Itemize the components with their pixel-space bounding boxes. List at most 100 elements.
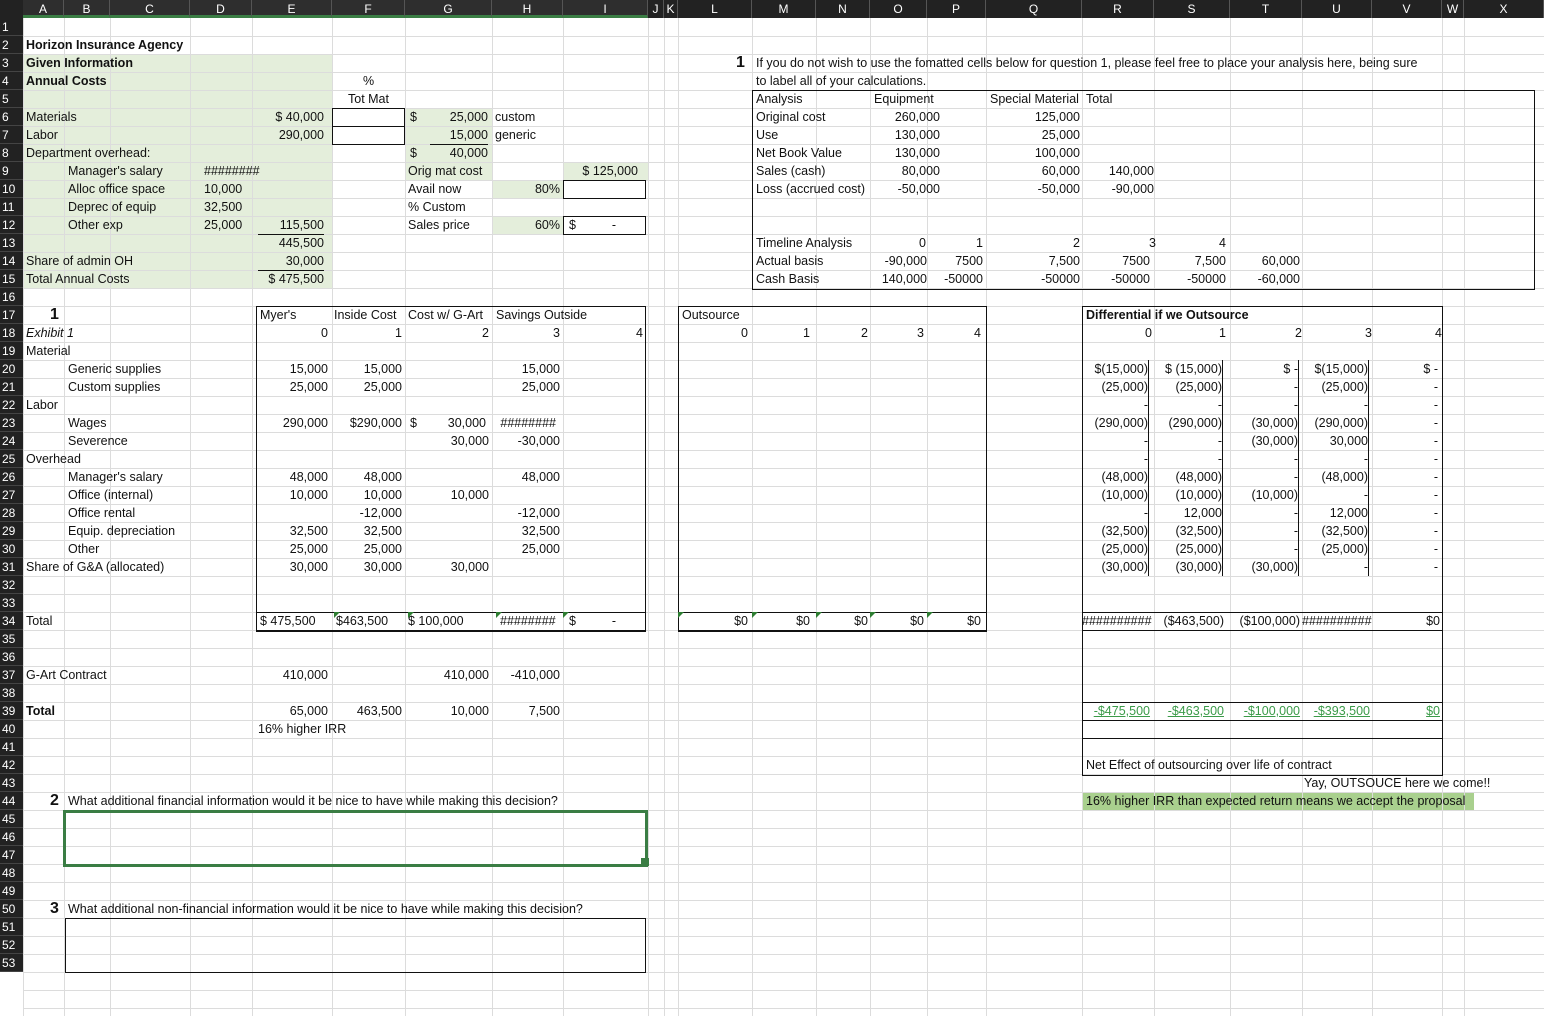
row-header[interactable]: 22 xyxy=(0,396,23,414)
column-header-a[interactable]: A xyxy=(23,0,64,18)
question-2-number: 2 xyxy=(50,792,59,809)
column-header-o[interactable]: O xyxy=(870,0,927,18)
row-header[interactable]: 20 xyxy=(0,360,23,378)
question-3-answer-box[interactable] xyxy=(65,918,646,973)
row-header[interactable]: 30 xyxy=(0,540,23,558)
row-header[interactable]: 37 xyxy=(0,666,23,684)
wages-label: Wages xyxy=(68,416,107,430)
avail-now-input[interactable] xyxy=(563,180,646,199)
select-all-corner[interactable] xyxy=(0,0,23,18)
analysis-cell: 260,000 xyxy=(894,110,940,124)
row-header[interactable]: 7 xyxy=(0,126,23,144)
row-header[interactable]: 40 xyxy=(0,720,23,738)
column-header-v[interactable]: V xyxy=(1372,0,1442,18)
analysis-cell xyxy=(1082,144,1154,162)
row-header[interactable]: 3 xyxy=(0,54,23,72)
row-header[interactable]: 11 xyxy=(0,198,23,216)
row-header[interactable]: 25 xyxy=(0,450,23,468)
column-header-p[interactable]: P xyxy=(927,0,986,18)
selection-handle[interactable] xyxy=(641,858,649,866)
row-header[interactable]: 18 xyxy=(0,324,23,342)
row-header[interactable]: 21 xyxy=(0,378,23,396)
row-header[interactable]: 49 xyxy=(0,882,23,900)
column-header-k[interactable]: K xyxy=(664,0,678,18)
column-header-q[interactable]: Q xyxy=(986,0,1082,18)
row-header[interactable]: 32 xyxy=(0,576,23,594)
row-header[interactable]: 47 xyxy=(0,846,23,864)
column-header-m[interactable]: M xyxy=(752,0,816,18)
row-header[interactable]: 39 xyxy=(0,702,23,720)
deprec-equip-label: Deprec of equip xyxy=(68,200,157,214)
analysis-cell: -50,000 xyxy=(897,182,940,196)
row-header[interactable]: 41 xyxy=(0,738,23,756)
column-header-i[interactable]: I xyxy=(563,0,648,18)
tot-mat-input-2[interactable] xyxy=(332,126,405,145)
row-header[interactable]: 38 xyxy=(0,684,23,702)
row-header[interactable]: 4 xyxy=(0,72,23,90)
row-header[interactable]: 10 xyxy=(0,180,23,198)
tot-mat-input-1[interactable] xyxy=(332,108,405,127)
column-header-b[interactable]: B xyxy=(64,0,110,18)
column-header-n[interactable]: N xyxy=(816,0,870,18)
row-header[interactable]: 17 xyxy=(0,306,23,324)
row-header[interactable]: 14 xyxy=(0,252,23,270)
generic-label: generic xyxy=(495,128,536,142)
row-header[interactable]: 2 xyxy=(0,36,23,54)
row-header[interactable]: 23 xyxy=(0,414,23,432)
row-header[interactable]: 28 xyxy=(0,504,23,522)
column-header-l[interactable]: L xyxy=(678,0,752,18)
column-header-x[interactable]: X xyxy=(1464,0,1544,18)
differential-total: ($100,000) xyxy=(1239,614,1300,628)
row-header[interactable]: 44 xyxy=(0,792,23,810)
row-header[interactable]: 12 xyxy=(0,216,23,234)
outsource-box[interactable] xyxy=(678,306,987,632)
row-header[interactable]: 16 xyxy=(0,288,23,306)
row-header[interactable]: 42 xyxy=(0,756,23,774)
column-header-t[interactable]: T xyxy=(1230,0,1302,18)
row-header[interactable]: 50 xyxy=(0,900,23,918)
row-header[interactable]: 46 xyxy=(0,828,23,846)
column-header-d[interactable]: D xyxy=(190,0,252,18)
row-header[interactable]: 48 xyxy=(0,864,23,882)
row-header[interactable]: 19 xyxy=(0,342,23,360)
row-header[interactable]: 15 xyxy=(0,270,23,288)
column-header-e[interactable]: E xyxy=(252,0,332,18)
spreadsheet[interactable]: A B C D E F G H I J K L M N O P Q R S T U V W X 1 2 3 4 5 6 7 8 9 10 11 12 1… xyxy=(0,0,1544,1016)
question-2-answer-box[interactable] xyxy=(63,810,648,867)
overhead-subtotal: 115,500 xyxy=(258,216,324,235)
row-header[interactable]: 6 xyxy=(0,108,23,126)
row-header[interactable]: 27 xyxy=(0,486,23,504)
column-header-j[interactable]: J xyxy=(648,0,664,18)
column-header-g[interactable]: G xyxy=(405,0,492,18)
row-header[interactable]: 13 xyxy=(0,234,23,252)
comment-marker xyxy=(752,612,758,618)
row-header[interactable]: 5 xyxy=(0,90,23,108)
row-header[interactable]: 35 xyxy=(0,630,23,648)
column-header-c[interactable]: C xyxy=(110,0,190,18)
differential-cell: - xyxy=(1154,450,1223,468)
analysis-header: Equipment xyxy=(874,92,934,106)
row-header[interactable]: 34 xyxy=(0,612,23,630)
row-header[interactable]: 31 xyxy=(0,558,23,576)
actual-basis-value: 7,500 xyxy=(1194,254,1226,268)
row-header[interactable]: 29 xyxy=(0,522,23,540)
row-header[interactable]: 51 xyxy=(0,918,23,936)
column-header-w[interactable]: W xyxy=(1442,0,1464,18)
row-header[interactable]: 33 xyxy=(0,594,23,612)
column-header-h[interactable]: H xyxy=(492,0,563,18)
row-header[interactable]: 9 xyxy=(0,162,23,180)
row-header[interactable]: 36 xyxy=(0,648,23,666)
row-header[interactable]: 43 xyxy=(0,774,23,792)
row-header[interactable]: 53 xyxy=(0,954,23,972)
column-header-f[interactable]: F xyxy=(332,0,405,18)
row-header[interactable]: 8 xyxy=(0,144,23,162)
row-header[interactable]: 45 xyxy=(0,810,23,828)
column-header-u[interactable]: U xyxy=(1302,0,1372,18)
column-header-s[interactable]: S xyxy=(1154,0,1230,18)
column-header-r[interactable]: R xyxy=(1082,0,1154,18)
row-header[interactable]: 52 xyxy=(0,936,23,954)
total-value: $ 100,000 xyxy=(408,614,464,628)
row-header[interactable]: 26 xyxy=(0,468,23,486)
row-header[interactable]: 1 xyxy=(0,18,23,36)
row-header[interactable]: 24 xyxy=(0,432,23,450)
